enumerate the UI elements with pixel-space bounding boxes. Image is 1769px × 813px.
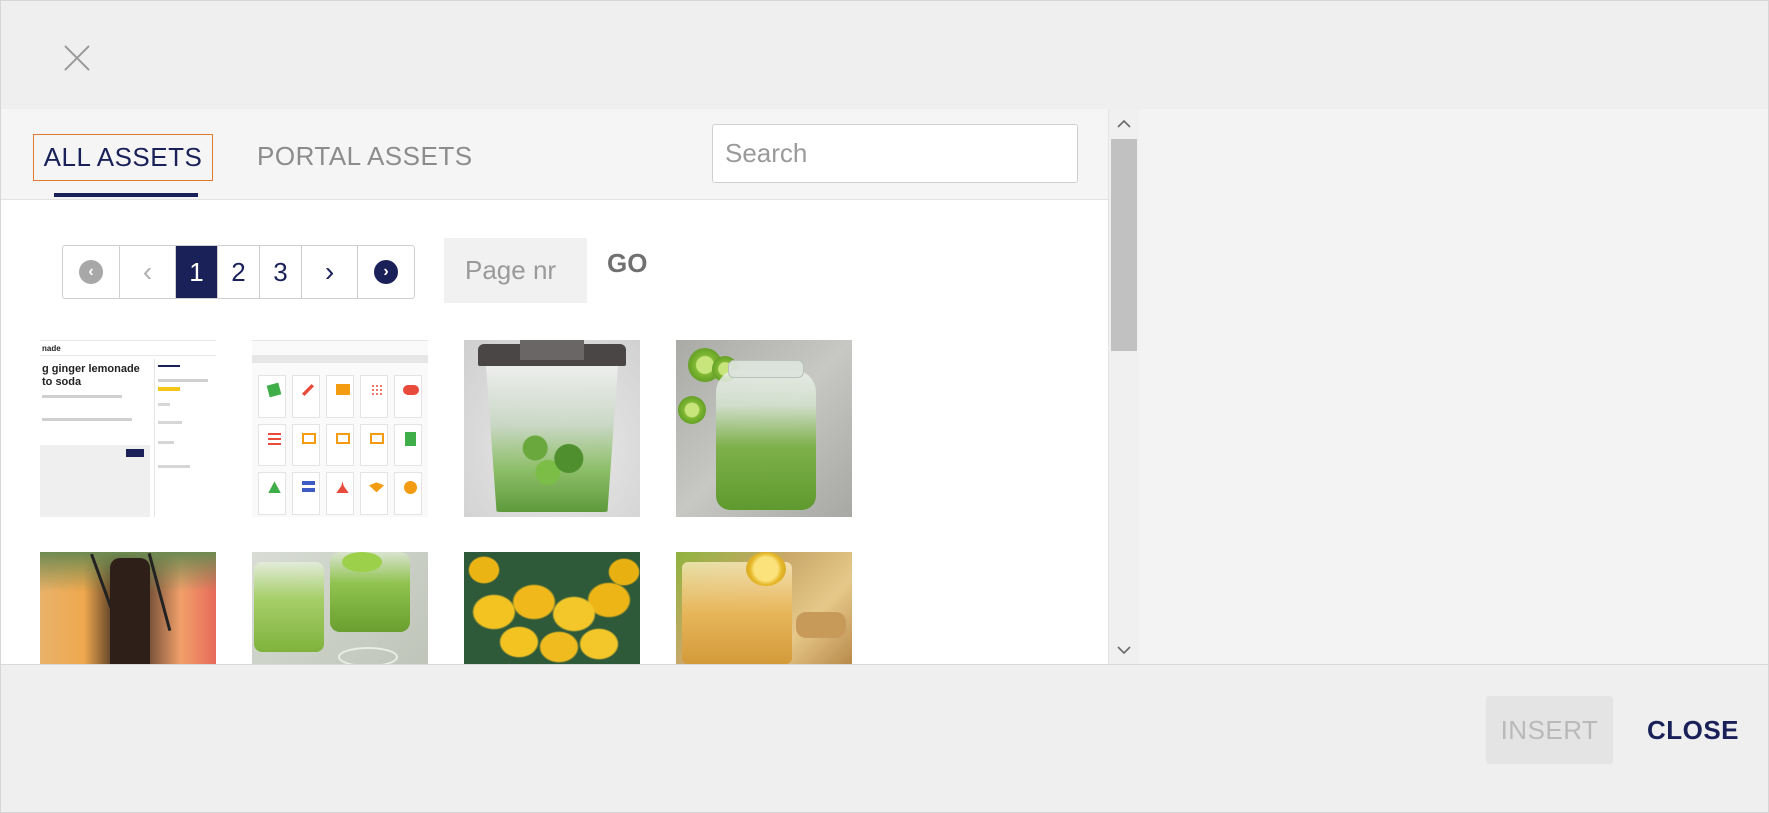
juice-jar [716,370,816,510]
vertical-scrollbar[interactable] [1108,109,1139,664]
pagination: ‹ ‹ 1 2 3 › › [62,245,415,299]
mail-icon [336,384,350,395]
tab-portal-assets[interactable]: PORTAL ASSETS [257,134,473,181]
asset-thumbnail-ginger-drink-photo[interactable] [676,552,852,664]
asset-thumbnail-lemon-tree-photo[interactable] [464,552,640,664]
dialog-header [1,1,1768,109]
chevron-down-icon [1117,645,1131,654]
preview-pane [1139,109,1768,664]
greens [510,420,594,490]
text-placeholder-line [158,441,174,444]
hierarchy-icon [336,481,349,494]
dialog-footer: INSERT CLOSE [1,664,1768,812]
page-number-input[interactable] [444,238,587,303]
text-placeholder-line [42,395,122,398]
handshake-icon [369,482,384,493]
asset-thumbnail-article-screenshot[interactable]: nade g ginger lemonade to soda [40,340,216,517]
page-button-3[interactable]: 3 [260,246,302,298]
toolbar-mock [252,355,428,363]
feather-icon [302,384,314,396]
first-page-icon: ‹ [79,260,103,284]
scroll-down-button[interactable] [1109,636,1139,664]
ginger-root [796,612,846,638]
scrollbar-thumb[interactable] [1111,139,1137,351]
window-icon [370,432,384,444]
document-icon [405,431,416,446]
last-page-icon: › [374,260,398,284]
icon-grid-mock [258,375,422,515]
close-icon[interactable] [57,39,97,79]
lemon-slice [746,552,786,586]
bottle [110,558,150,664]
cloud-download-icon [403,385,419,395]
thumbnail-text: to soda [42,376,82,388]
first-page-button[interactable]: ‹ [63,246,120,298]
list-icon [268,432,281,445]
go-button[interactable]: GO [607,248,647,279]
text-placeholder-line [42,418,132,421]
asset-thumbnail-green-shots-photo[interactable] [252,552,428,664]
asset-thumbnail-icons-screenshot[interactable] [252,340,428,517]
grid-dots-icon [371,384,383,396]
glass-rim [338,647,398,664]
lemons [464,552,640,664]
thumbnail-text: nade [42,344,61,353]
search-input[interactable] [712,124,1078,183]
jar-rim [728,360,804,378]
network-icon [268,481,281,494]
chevron-up-icon [1117,119,1131,128]
tab-mock [158,365,180,367]
page-button-1[interactable]: 1 [176,246,218,298]
thumbnail-text: g ginger lemonade [42,363,140,375]
text-placeholder-line [158,421,182,424]
insert-button[interactable]: INSERT [1486,696,1613,764]
add-button-mock [126,449,144,457]
text-placeholder-line [158,465,190,468]
asset-thumbnail-cocktails-photo[interactable] [40,552,216,664]
asset-thumbnail-green-juice-photo[interactable] [676,340,852,517]
window-icon [336,432,350,444]
palette-icon [404,481,417,495]
asset-browser-panel: ALL ASSETS PORTAL ASSETS ‹ ‹ 1 2 3 › › G… [1,109,1108,664]
server-icon [302,481,315,494]
lime-slice [678,396,706,424]
divider [40,355,216,356]
blender-cap [520,340,584,360]
close-button[interactable]: CLOSE [1633,696,1753,764]
divider [154,359,155,517]
text-placeholder-line [158,379,208,382]
text-placeholder-line [158,403,170,406]
scroll-up-button[interactable] [1109,109,1139,137]
window-icon [302,432,316,444]
lime [342,552,382,572]
last-page-button[interactable]: › [358,246,414,298]
green-tile-icon [266,382,282,398]
tab-bar: ALL ASSETS PORTAL ASSETS [1,109,1108,200]
shot-glass [254,562,324,652]
next-page-button[interactable]: › [302,246,358,298]
page-button-2[interactable]: 2 [218,246,260,298]
asset-picker-dialog: ALL ASSETS PORTAL ASSETS ‹ ‹ 1 2 3 › › G… [0,0,1769,813]
previous-page-button[interactable]: ‹ [120,246,176,298]
tag-mock [158,387,180,391]
tab-all-assets[interactable]: ALL ASSETS [33,134,213,197]
asset-thumbnail-blender-photo[interactable] [464,340,640,517]
